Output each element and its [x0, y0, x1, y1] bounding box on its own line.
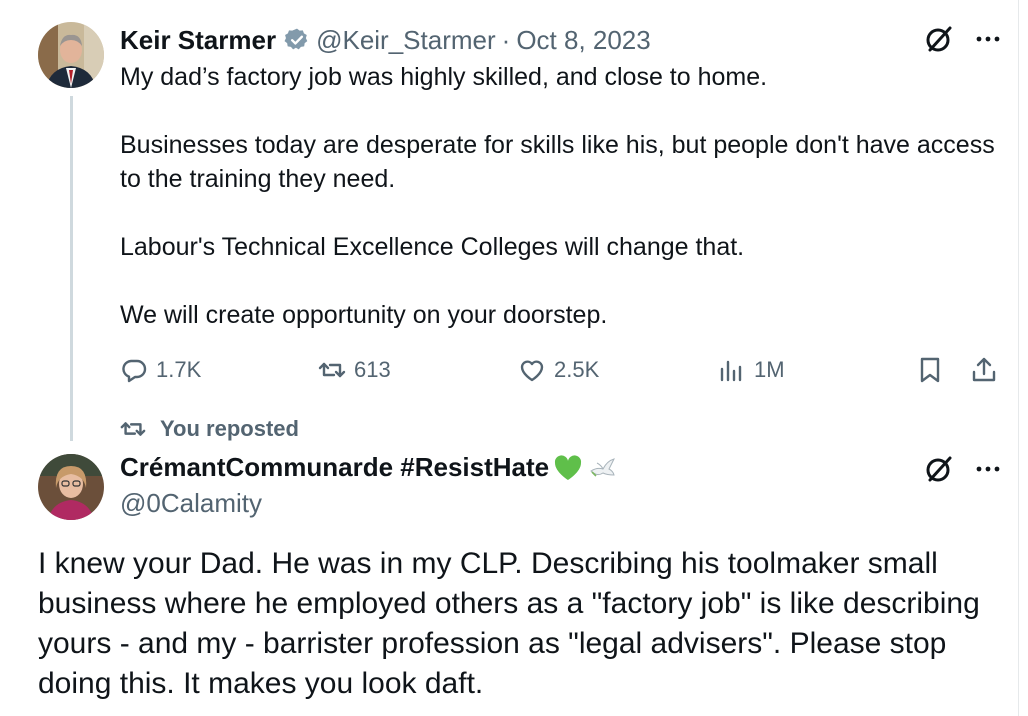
tweet-action-bar: 1.7K 613 2.5K 1M	[0, 352, 1018, 392]
bookmark-button[interactable]	[916, 356, 952, 384]
reply-body: I knew your Dad. He was in my CLP. Descr…	[38, 547, 980, 700]
separator-dot: ·	[501, 24, 511, 55]
like-count: 2.5K	[554, 357, 600, 382]
more-icon[interactable]	[976, 24, 1000, 54]
verified-badge-icon	[284, 27, 310, 53]
grok-icon[interactable]	[924, 454, 954, 484]
author-handle[interactable]: @Keir_Starmer	[316, 25, 496, 56]
dove-emoji	[587, 453, 617, 483]
more-icon[interactable]	[976, 454, 1000, 484]
reply-button[interactable]: 1.7K	[120, 356, 201, 384]
tweet-header: Keir Starmer @Keir_Starmer · Oct 8, 2023	[120, 22, 651, 58]
like-button[interactable]: 2.5K	[518, 356, 599, 384]
tweet-date[interactable]: Oct 8, 2023	[516, 25, 650, 56]
bookmark-icon	[920, 357, 940, 383]
repost-banner-label: You reposted	[160, 416, 299, 441]
tweet-paragraph: Labour's Technical Excellence Colleges w…	[120, 233, 745, 261]
frame-edge	[1018, 0, 1019, 716]
views-button[interactable]: 1M	[718, 356, 785, 384]
share-button[interactable]	[970, 356, 1006, 384]
reply-author-handle[interactable]: @0Calamity	[120, 488, 262, 519]
tweet-paragraph: Businesses today are desperate for skill…	[120, 131, 995, 193]
tweet-paragraph: My dad’s factory job was highly skilled,…	[120, 63, 768, 91]
grok-icon[interactable]	[924, 24, 954, 54]
reply-icon	[122, 359, 147, 383]
reply-top-actions	[924, 454, 1000, 484]
reply-count: 1.7K	[156, 357, 202, 382]
author-name[interactable]: Keir Starmer	[120, 25, 276, 56]
share-icon	[972, 357, 996, 382]
green-heart-emoji	[553, 453, 583, 483]
views-count: 1M	[754, 357, 785, 382]
reply-author-name[interactable]: CrémantCommunarde #ResistHate	[120, 452, 549, 483]
repost-icon	[120, 422, 146, 436]
repost-banner: You reposted	[120, 416, 299, 442]
reply-author-avatar[interactable]	[38, 454, 104, 520]
reply-author-row: CrémantCommunarde #ResistHate	[120, 452, 617, 483]
repost-button[interactable]: 613	[318, 356, 391, 384]
author-avatar[interactable]	[38, 22, 104, 88]
tweet-top-actions	[924, 24, 1000, 54]
tweet-body: My dad’s factory job was highly skilled,…	[120, 60, 1000, 332]
repost-count: 613	[354, 357, 391, 382]
views-icon	[720, 360, 742, 382]
tweet-paragraph: We will create opportunity on your doors…	[120, 301, 608, 329]
repost-icon	[318, 362, 346, 378]
heart-icon	[520, 360, 544, 382]
